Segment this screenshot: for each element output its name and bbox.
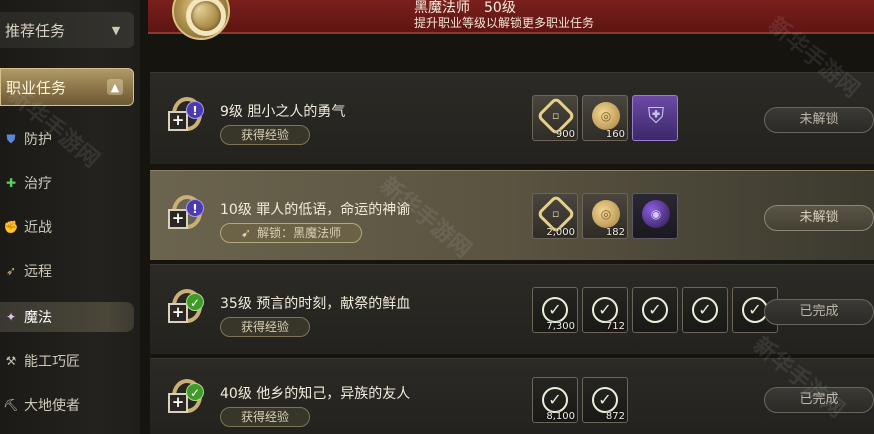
sidebar-item-2[interactable]: ✚ 治疗 [0,168,134,198]
gain-exp-pill: 获得经验 [220,317,311,337]
reward-slot[interactable]: ✓ [682,287,728,333]
recommended-tasks-header[interactable]: 推荐任务 ▼ [0,12,134,48]
bow-icon: ➶ [5,264,17,278]
quest-title: 35级 预言的时刻，献祭的鲜血 [220,296,411,312]
job-tasks-label: 职业任务 [6,78,67,97]
unlock-requirement-pill: ➹ 解锁：黑魔法师 [220,223,363,243]
reward-quantity: 872 [605,411,625,422]
claimed-check-icon: ✓ [633,288,677,332]
sidebar: 推荐任务 ▼ 职业任务 ▲ ⛊ 防护 ✚ 治疗 ✊ 近战 ➶ 远程 ✦ 魔法 ⚒ 能工巧匠 ⛏ 大地使者 [0,0,140,434]
locked-status-button[interactable]: 未解锁 [764,205,874,231]
sidebar-item-label: 能工巧匠 [24,354,80,370]
quest-row[interactable]: +! 9级 胆小之人的勇气 获得经验 ◇ 900 ◎ 160 ⛨ 未解锁 [150,72,874,164]
gain-exp-pill: 获得经验 [220,125,311,145]
quest-complete-icon: + ✓ [168,287,208,327]
sidebar-item-5[interactable]: ✦ 魔法 [0,302,134,332]
reward-quantity: 712 [605,321,625,332]
pill-label: 获得经验 [241,410,290,424]
quest-locked-icon: +! [168,193,208,233]
quest-row[interactable]: +! 10级 罪人的低语，命运的神谕 ➹ 解锁：黑魔法师 ◇ 2,000 ◎ 182 ◉ 未解锁 [150,170,874,260]
sidebar-item-6[interactable]: ⚒ 能工巧匠 [0,346,134,376]
chevron-up-icon[interactable]: ▲ [107,79,123,95]
dark-orb-icon: ◉ [642,200,670,228]
job-banner: 黑魔法师 50级 提升职业等级以解锁更多职业任务 [148,0,874,34]
sidebar-item-label: 治疗 [24,176,52,192]
reward-quantity: 2,000 [546,227,575,238]
locked-status-button[interactable]: 未解锁 [764,107,874,133]
gil-coin-icon: ◎ [592,102,620,130]
feather-icon: ➹ [241,226,252,240]
sidebar-item-4[interactable]: ➶ 远程 [0,256,134,286]
job-emblem-icon [172,0,230,40]
heal-cross-icon: ✚ [5,176,17,190]
reward-slot[interactable]: ✓ 7,300 [532,287,578,333]
reward-slot[interactable]: ✓ 8,100 [532,377,578,423]
reward-quantity: 7,300 [546,321,575,332]
quest-row[interactable]: + ✓ 35级 预言的时刻，献祭的鲜血 获得经验 ✓ 7,300 ✓ 712 ✓ ✓ ✓ 已完成 [150,264,874,354]
quest-locked-icon: +! [168,95,208,135]
armor-shield-icon: ⛨ [647,103,665,129]
sidebar-item-label: 近战 [24,220,52,236]
hammer-icon: ⚒ [5,354,17,368]
quest-row[interactable]: + ✓ 40级 他乡的知己，异族的友人获得经验 ✓ 8,100 ✓ 872 已完成 [150,358,874,434]
reward-quantity: 182 [605,227,625,238]
completed-button[interactable]: 已完成 [764,299,874,325]
sidebar-item-7[interactable]: ⛏ 大地使者 [0,390,134,420]
reward-slot[interactable]: ✓ 872 [582,377,628,423]
quest-list: +! 9级 胆小之人的勇气 获得经验 ◇ 900 ◎ 160 ⛨ 未解锁 +! 10级 罪人的低语，… [150,36,874,434]
reward-quantity: 160 [605,129,625,140]
sidebar-item-1[interactable]: ⛊ 防护 [0,124,134,154]
reward-slot[interactable]: ✓ 712 [582,287,628,333]
reward-quantity: 900 [555,129,575,140]
pill-label: 获得经验 [241,128,290,142]
gain-exp-pill: 获得经验 [220,407,311,427]
sidebar-item-label: 魔法 [24,310,52,326]
reward-slot[interactable]: ◇ 900 [532,95,578,141]
chevron-down-icon[interactable]: ▼ [108,22,124,38]
shield-icon: ⛊ [6,131,16,146]
recommended-tasks-label: 推荐任务 [5,21,66,40]
reward-slot[interactable]: ✓ [632,287,678,333]
sidebar-item-3[interactable]: ✊ 近战 [0,212,134,242]
completed-button[interactable]: 已完成 [764,387,874,413]
sidebar-item-label: 防护 [24,132,52,148]
reward-slot[interactable]: ◉ [632,193,678,239]
pill-label: 获得经验 [241,320,290,334]
quest-title: 40级 他乡的知己，异族的友人 [220,386,411,402]
fist-icon: ✊ [3,220,19,234]
gil-coin-icon: ◎ [592,200,620,228]
quest-complete-icon: + ✓ [168,377,208,417]
claimed-check-icon: ✓ [683,288,727,332]
quest-title: 10级 罪人的低语，命运的神谕 [220,202,411,218]
sidebar-item-label: 大地使者 [24,398,80,414]
reward-slot[interactable]: ◇ 2,000 [532,193,578,239]
reward-slot[interactable]: ⛨ [632,95,678,141]
job-tasks-header[interactable]: 职业任务 ▲ [0,68,134,106]
quest-title: 9级 胆小之人的勇气 [220,104,346,120]
reward-slot[interactable]: ◎ 160 [582,95,628,141]
pill-label: 解锁：黑魔法师 [257,226,342,240]
reward-slot[interactable]: ◎ 182 [582,193,628,239]
reward-quantity: 8,100 [546,411,575,422]
pickaxe-icon: ⛏ [3,398,19,412]
job-banner-subtitle: 提升职业等级以解锁更多职业任务 [414,16,595,30]
wand-icon: ✦ [5,310,17,324]
sidebar-item-label: 远程 [24,264,52,280]
